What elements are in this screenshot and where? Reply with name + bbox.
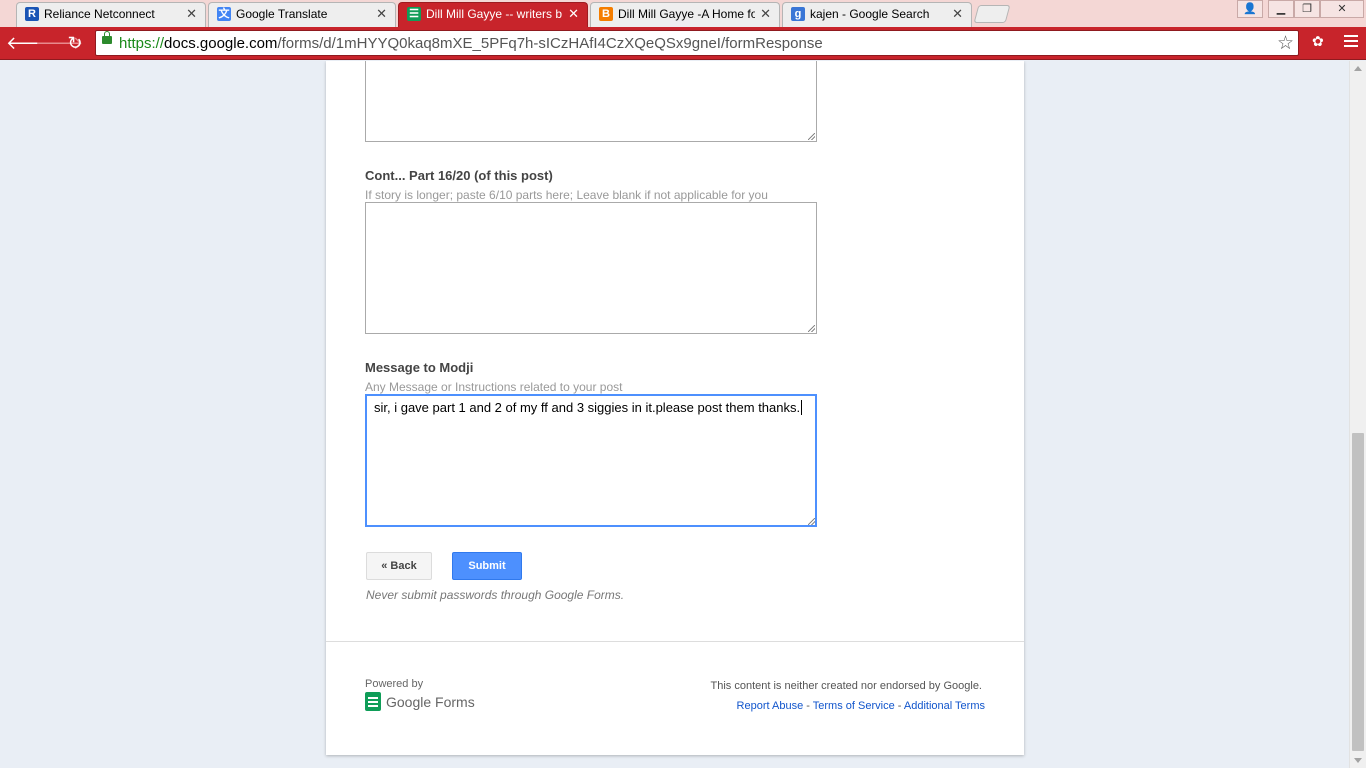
disclaimer-text: This content is neither created nor endo… — [710, 680, 983, 692]
message-textarea[interactable]: sir, i gave part 1 and 2 of my ff and 3 … — [365, 394, 817, 527]
google-forms-icon: ☰ — [407, 7, 421, 21]
question-help-message: Any Message or Instructions related to y… — [365, 380, 623, 394]
scrollbar-thumb[interactable] — [1352, 433, 1364, 751]
restore-button[interactable]: ❐ — [1294, 0, 1320, 18]
tab-title: Dill Mill Gayye -A Home fo — [618, 7, 755, 21]
link-separator: - — [894, 700, 904, 712]
terms-of-service-link[interactable]: Terms of Service — [813, 700, 895, 712]
google-g-icon: g — [791, 7, 805, 21]
scroll-down-arrow-icon[interactable] — [1354, 758, 1362, 763]
tab-title: Google Translate — [236, 7, 328, 21]
form-card: Cont... Part 16/20 (of this post) If sto… — [326, 61, 1024, 755]
close-icon[interactable]: ✕ — [760, 6, 771, 22]
question-help-part16: If story is longer; paste 6/10 parts her… — [365, 188, 768, 202]
url-text[interactable]: https://docs.google.com/forms/d/1mHYYQ0k… — [119, 35, 823, 52]
powered-by-label: Powered by — [365, 678, 424, 690]
part15-textarea[interactable] — [365, 61, 817, 142]
question-title-part16: Cont... Part 16/20 (of this post) — [365, 168, 553, 183]
user-profile-icon[interactable]: 👤 — [1237, 0, 1263, 18]
tab-dill-mill-gayye-writers[interactable]: ☰ Dill Mill Gayye -- writers b ✕ — [398, 2, 588, 27]
blogger-icon: B — [599, 7, 613, 21]
lock-icon — [102, 31, 112, 44]
new-tab-button[interactable] — [973, 5, 1011, 23]
minimize-button[interactable]: ▁ — [1268, 0, 1294, 18]
extension-icon[interactable]: ✿ — [1312, 33, 1328, 49]
google-forms-icon — [365, 692, 381, 711]
close-icon[interactable]: ✕ — [376, 6, 387, 22]
reliance-r-icon: R — [25, 7, 39, 21]
tab-strip: R Reliance Netconnect ✕ 文 Google Transla… — [0, 0, 1366, 27]
tab-title: Dill Mill Gayye -- writers b — [426, 7, 563, 21]
close-icon[interactable]: ✕ — [952, 6, 963, 22]
tab-title: Reliance Netconnect — [44, 7, 155, 21]
bookmark-star-icon[interactable]: ☆ — [1277, 32, 1294, 55]
link-separator: - — [803, 700, 813, 712]
password-warning: Never submit passwords through Google Fo… — [366, 588, 625, 602]
reload-icon[interactable]: ↻ — [64, 32, 86, 54]
message-text: sir, i gave part 1 and 2 of my ff and 3 … — [374, 400, 801, 415]
forward-arrow-icon[interactable]: 🡒 — [35, 32, 83, 54]
window-close-button[interactable]: ✕ — [1320, 0, 1364, 18]
text-cursor — [801, 400, 803, 415]
tab-title: kajen - Google Search — [810, 7, 930, 21]
back-arrow-icon[interactable]: 🡐 — [6, 32, 54, 54]
address-bar[interactable]: https://docs.google.com/forms/d/1mHYYQ0k… — [95, 30, 1299, 56]
resize-grip-icon[interactable] — [808, 133, 815, 140]
page-viewport: Cont... Part 16/20 (of this post) If sto… — [0, 61, 1349, 768]
browser-toolbar: 🡐 🡒 ↻ https://docs.google.com/forms/d/1m… — [0, 27, 1366, 60]
close-icon[interactable]: ✕ — [568, 6, 579, 22]
scroll-up-arrow-icon[interactable] — [1354, 66, 1362, 71]
google-forms-wordmark: Google Forms — [386, 694, 475, 710]
question-title-message: Message to Modji — [365, 360, 474, 375]
close-icon[interactable]: ✕ — [186, 6, 197, 22]
back-button[interactable]: « Back — [366, 552, 432, 580]
resize-grip-icon[interactable] — [808, 325, 815, 332]
resize-grip-icon[interactable] — [808, 518, 815, 525]
tab-google-translate[interactable]: 文 Google Translate ✕ — [208, 2, 396, 27]
submit-button[interactable]: Submit — [452, 552, 522, 580]
additional-terms-link[interactable]: Additional Terms — [904, 700, 985, 712]
vertical-scrollbar[interactable] — [1349, 61, 1366, 768]
footer-links: Report Abuse - Terms of Service - Additi… — [737, 700, 985, 712]
tab-reliance-netconnect[interactable]: R Reliance Netconnect ✕ — [16, 2, 206, 27]
tab-dill-mill-gayye-home[interactable]: B Dill Mill Gayye -A Home fo ✕ — [590, 2, 780, 27]
translate-icon: 文 — [217, 7, 231, 21]
footer-divider — [326, 641, 1024, 642]
report-abuse-link[interactable]: Report Abuse — [737, 700, 804, 712]
tab-google-search[interactable]: g kajen - Google Search ✕ — [782, 2, 972, 27]
part16-textarea[interactable] — [365, 202, 817, 334]
chrome-menu-icon[interactable] — [1344, 35, 1358, 50]
